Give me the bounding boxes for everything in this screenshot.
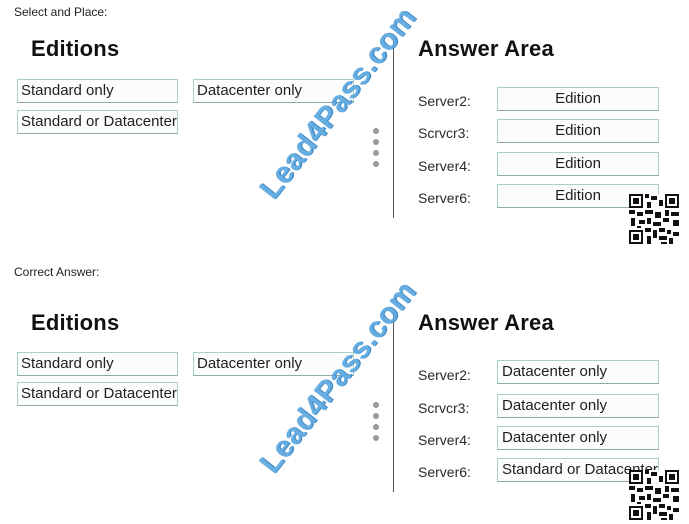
select-and-place-panel: Editions Standard only Datacenter only S…	[0, 0, 689, 250]
drag-dots-icon[interactable]	[373, 128, 381, 172]
server4-drop-target[interactable]: Datacenter only	[497, 426, 659, 450]
panel-divider	[393, 38, 394, 218]
server2-drop-target[interactable]: Edition	[497, 87, 659, 111]
server6-label: Server6:	[418, 190, 471, 206]
server2-label: Server2:	[418, 93, 471, 109]
qr-code-icon	[629, 470, 679, 520]
correct-answer-panel: Editions Standard only Datacenter only S…	[0, 274, 689, 524]
server2-drop-target[interactable]: Datacenter only	[497, 360, 659, 384]
server2-label: Server2:	[418, 367, 471, 383]
server3-label: Scrvcr3:	[418, 125, 470, 141]
edition-option-standard-or-datacenter[interactable]: Standard or Datacenter	[17, 110, 178, 134]
answer-area-heading: Answer Area	[418, 310, 554, 335]
watermark: Lead4Pass.com	[253, 1, 423, 206]
server3-drop-target[interactable]: Datacenter only	[497, 394, 659, 418]
watermark: Lead4Pass.com	[253, 275, 423, 480]
panel-divider	[393, 312, 394, 492]
server4-drop-target[interactable]: Edition	[497, 152, 659, 176]
edition-option-standard-or-datacenter[interactable]: Standard or Datacenter	[17, 382, 178, 406]
server3-drop-target[interactable]: Edition	[497, 119, 659, 143]
server4-label: Server4:	[418, 432, 471, 448]
edition-option-standard-only[interactable]: Standard only	[17, 79, 178, 103]
edition-option-standard-only[interactable]: Standard only	[17, 352, 178, 376]
editions-heading: Editions	[31, 36, 120, 61]
qr-code-icon	[629, 194, 679, 244]
answer-area-heading: Answer Area	[418, 36, 554, 61]
drag-dots-icon[interactable]	[373, 402, 381, 446]
server3-label: Scrvcr3:	[418, 400, 470, 416]
editions-heading: Editions	[31, 310, 120, 335]
server6-label: Server6:	[418, 464, 471, 480]
server4-label: Server4:	[418, 158, 471, 174]
